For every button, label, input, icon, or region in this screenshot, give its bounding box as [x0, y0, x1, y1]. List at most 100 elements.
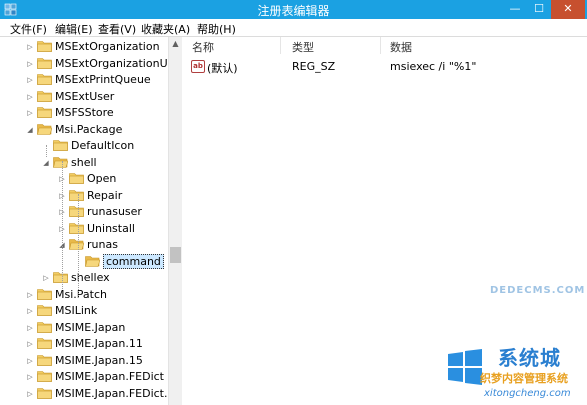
expand-arrow-icon[interactable]: ▷: [26, 339, 34, 349]
tree-item[interactable]: ◢ runas: [58, 237, 181, 253]
menu-file[interactable]: 文件(F): [10, 21, 47, 37]
expand-arrow-icon[interactable]: ▷: [26, 108, 34, 118]
expand-arrow-icon[interactable]: ▷: [26, 290, 34, 300]
folder-icon: [53, 139, 68, 151]
expand-arrow-icon[interactable]: ▷: [26, 75, 34, 85]
expand-arrow-icon[interactable]: ▷: [26, 42, 34, 52]
folder-open-icon: [53, 156, 68, 168]
tree-item-label: MSIME.Japan.11: [55, 337, 143, 350]
tree-item-label: Msi.Package: [55, 122, 123, 136]
tree-item-label: MSExtUser: [55, 89, 115, 103]
window-title: 注册表编辑器: [257, 4, 330, 18]
expand-arrow-icon[interactable]: ▷: [26, 372, 34, 382]
tree-item[interactable]: DefaultIcon: [42, 138, 181, 154]
tree-item-label: runasuser: [87, 205, 142, 218]
tree-item-label: Open: [87, 172, 117, 185]
tree-item[interactable]: ▷ MSExtOrganization: [26, 39, 181, 55]
collapse-arrow-icon[interactable]: ◢: [26, 125, 34, 135]
tree-item-label: runas: [87, 238, 118, 251]
menu-favorites[interactable]: 收藏夹(A): [141, 21, 190, 37]
value-name: (默认): [207, 62, 238, 75]
tree-item-label: MSIME.Japan.FEDict.: [55, 386, 168, 400]
column-separator[interactable]: [380, 37, 381, 54]
menu-help[interactable]: 帮助(H): [197, 21, 236, 37]
value-data: msiexec /i "%1": [390, 60, 477, 73]
expand-arrow-icon[interactable]: ▷: [42, 273, 50, 283]
tree-item[interactable]: ◢ Msi.Package: [26, 122, 181, 138]
value-type: REG_SZ: [292, 60, 336, 73]
tree-scrollbar[interactable]: ▲: [168, 37, 182, 405]
tree-item-label: MSExtOrganizationU: [55, 56, 168, 70]
tree-item[interactable]: ▷ MSFSStore: [26, 105, 181, 121]
folder-open-icon: [69, 238, 84, 250]
tree-item[interactable]: command: [74, 253, 181, 270]
tree-item[interactable]: ▷ MSIME.Japan.FEDict: [26, 369, 181, 385]
tree-item[interactable]: ▷ MSIME.Japan.15: [26, 353, 181, 369]
tree-item-label: MSIME.Japan.15: [55, 353, 143, 367]
folder-icon: [37, 73, 52, 85]
tree-item[interactable]: ▷ MSIME.Japan.FEDict.: [26, 386, 181, 402]
tree-item-label: Uninstall: [87, 221, 135, 235]
tree-item-label: MSIME.Japan.FEDict: [55, 370, 164, 383]
folder-icon: [37, 106, 52, 118]
folder-icon: [37, 90, 52, 102]
menu-view[interactable]: 查看(V): [98, 21, 136, 37]
column-header-type[interactable]: 类型: [292, 39, 314, 55]
menu-edit[interactable]: 编辑(E): [55, 21, 93, 37]
expand-arrow-icon[interactable]: ▷: [26, 323, 34, 333]
tree-item[interactable]: ▷ Open: [58, 171, 181, 187]
tree-item[interactable]: ▷ MSExtUser: [26, 89, 181, 105]
scroll-up-arrow-icon[interactable]: ▲: [169, 37, 182, 50]
close-button[interactable]: ✕: [551, 0, 585, 19]
tree-guide-line: [78, 194, 79, 298]
tree-item[interactable]: ▷ Msi.Patch: [26, 287, 181, 303]
tree-item[interactable]: ◢ shell: [42, 155, 181, 171]
tree-item-label: DefaultIcon: [71, 139, 135, 152]
menu-bar: 文件(F) 编辑(E) 查看(V) 收藏夹(A) 帮助(H): [0, 19, 587, 37]
column-header-name[interactable]: 名称: [192, 39, 214, 55]
list-row[interactable]: ab (默认) REG_SZ msiexec /i "%1": [184, 59, 587, 75]
column-header-data[interactable]: 数据: [390, 39, 412, 55]
folder-icon: [37, 337, 52, 349]
folder-open-icon: [37, 123, 52, 135]
expand-arrow-icon[interactable]: ▷: [26, 356, 34, 366]
tree-item[interactable]: ▷ runasuser: [58, 204, 181, 220]
watermark: 系统城 织梦内容管理系统 xitongcheng.com: [440, 336, 587, 405]
column-separator[interactable]: [280, 37, 281, 54]
minimize-button[interactable]: —: [503, 0, 527, 19]
folder-icon: [37, 387, 52, 399]
folder-icon: [69, 205, 84, 217]
watermark-domain: DEDECMS.COM: [490, 285, 586, 296]
tree-item[interactable]: ▷ MSIME.Japan: [26, 320, 181, 336]
tree-item[interactable]: ▷ Uninstall: [58, 221, 181, 237]
collapse-arrow-icon[interactable]: ◢: [42, 158, 50, 168]
tree-item-label: MSFSStore: [55, 106, 114, 119]
registry-tree[interactable]: ▷ MSExtOrganization ▷ MSExtOrganizationU ▷ MS…: [2, 37, 182, 405]
string-value-icon: ab: [191, 60, 205, 73]
tree-guide-line: [46, 145, 47, 157]
expand-arrow-icon[interactable]: ▷: [26, 92, 34, 102]
title-bar[interactable]: 注册表编辑器 — ☐ ✕: [0, 0, 587, 19]
watermark-tagline: 织梦内容管理系统: [480, 372, 568, 385]
tree-item-label: Msi.Patch: [55, 287, 107, 301]
folder-icon: [37, 321, 52, 333]
folder-icon: [69, 189, 84, 201]
expand-arrow-icon[interactable]: ▷: [26, 389, 34, 399]
tree-item[interactable]: ▷ MSILink: [26, 303, 181, 319]
tree-item[interactable]: ▷ MSIME.Japan.11: [26, 336, 181, 352]
folder-icon: [37, 304, 52, 316]
tree-item[interactable]: ▷ shellex: [42, 270, 181, 286]
tree-guide-line: [62, 161, 63, 289]
maximize-button[interactable]: ☐: [527, 0, 551, 19]
tree-item[interactable]: ▷ Repair: [58, 188, 181, 204]
scroll-thumb[interactable]: [170, 247, 181, 263]
tree-item[interactable]: ▷ MSExtPrintQueue: [26, 72, 181, 88]
tree-item[interactable]: ▷ MSExtOrganizationU: [26, 56, 181, 72]
folder-icon: [53, 271, 68, 283]
tree-item-label: command: [103, 253, 164, 269]
watermark-brand: 系统城: [498, 346, 561, 370]
expand-arrow-icon[interactable]: ▷: [26, 59, 34, 69]
tree-item-label: MSIME.Japan: [55, 320, 126, 334]
expand-arrow-icon[interactable]: ▷: [26, 306, 34, 316]
tree-item-label: Repair: [87, 188, 123, 202]
